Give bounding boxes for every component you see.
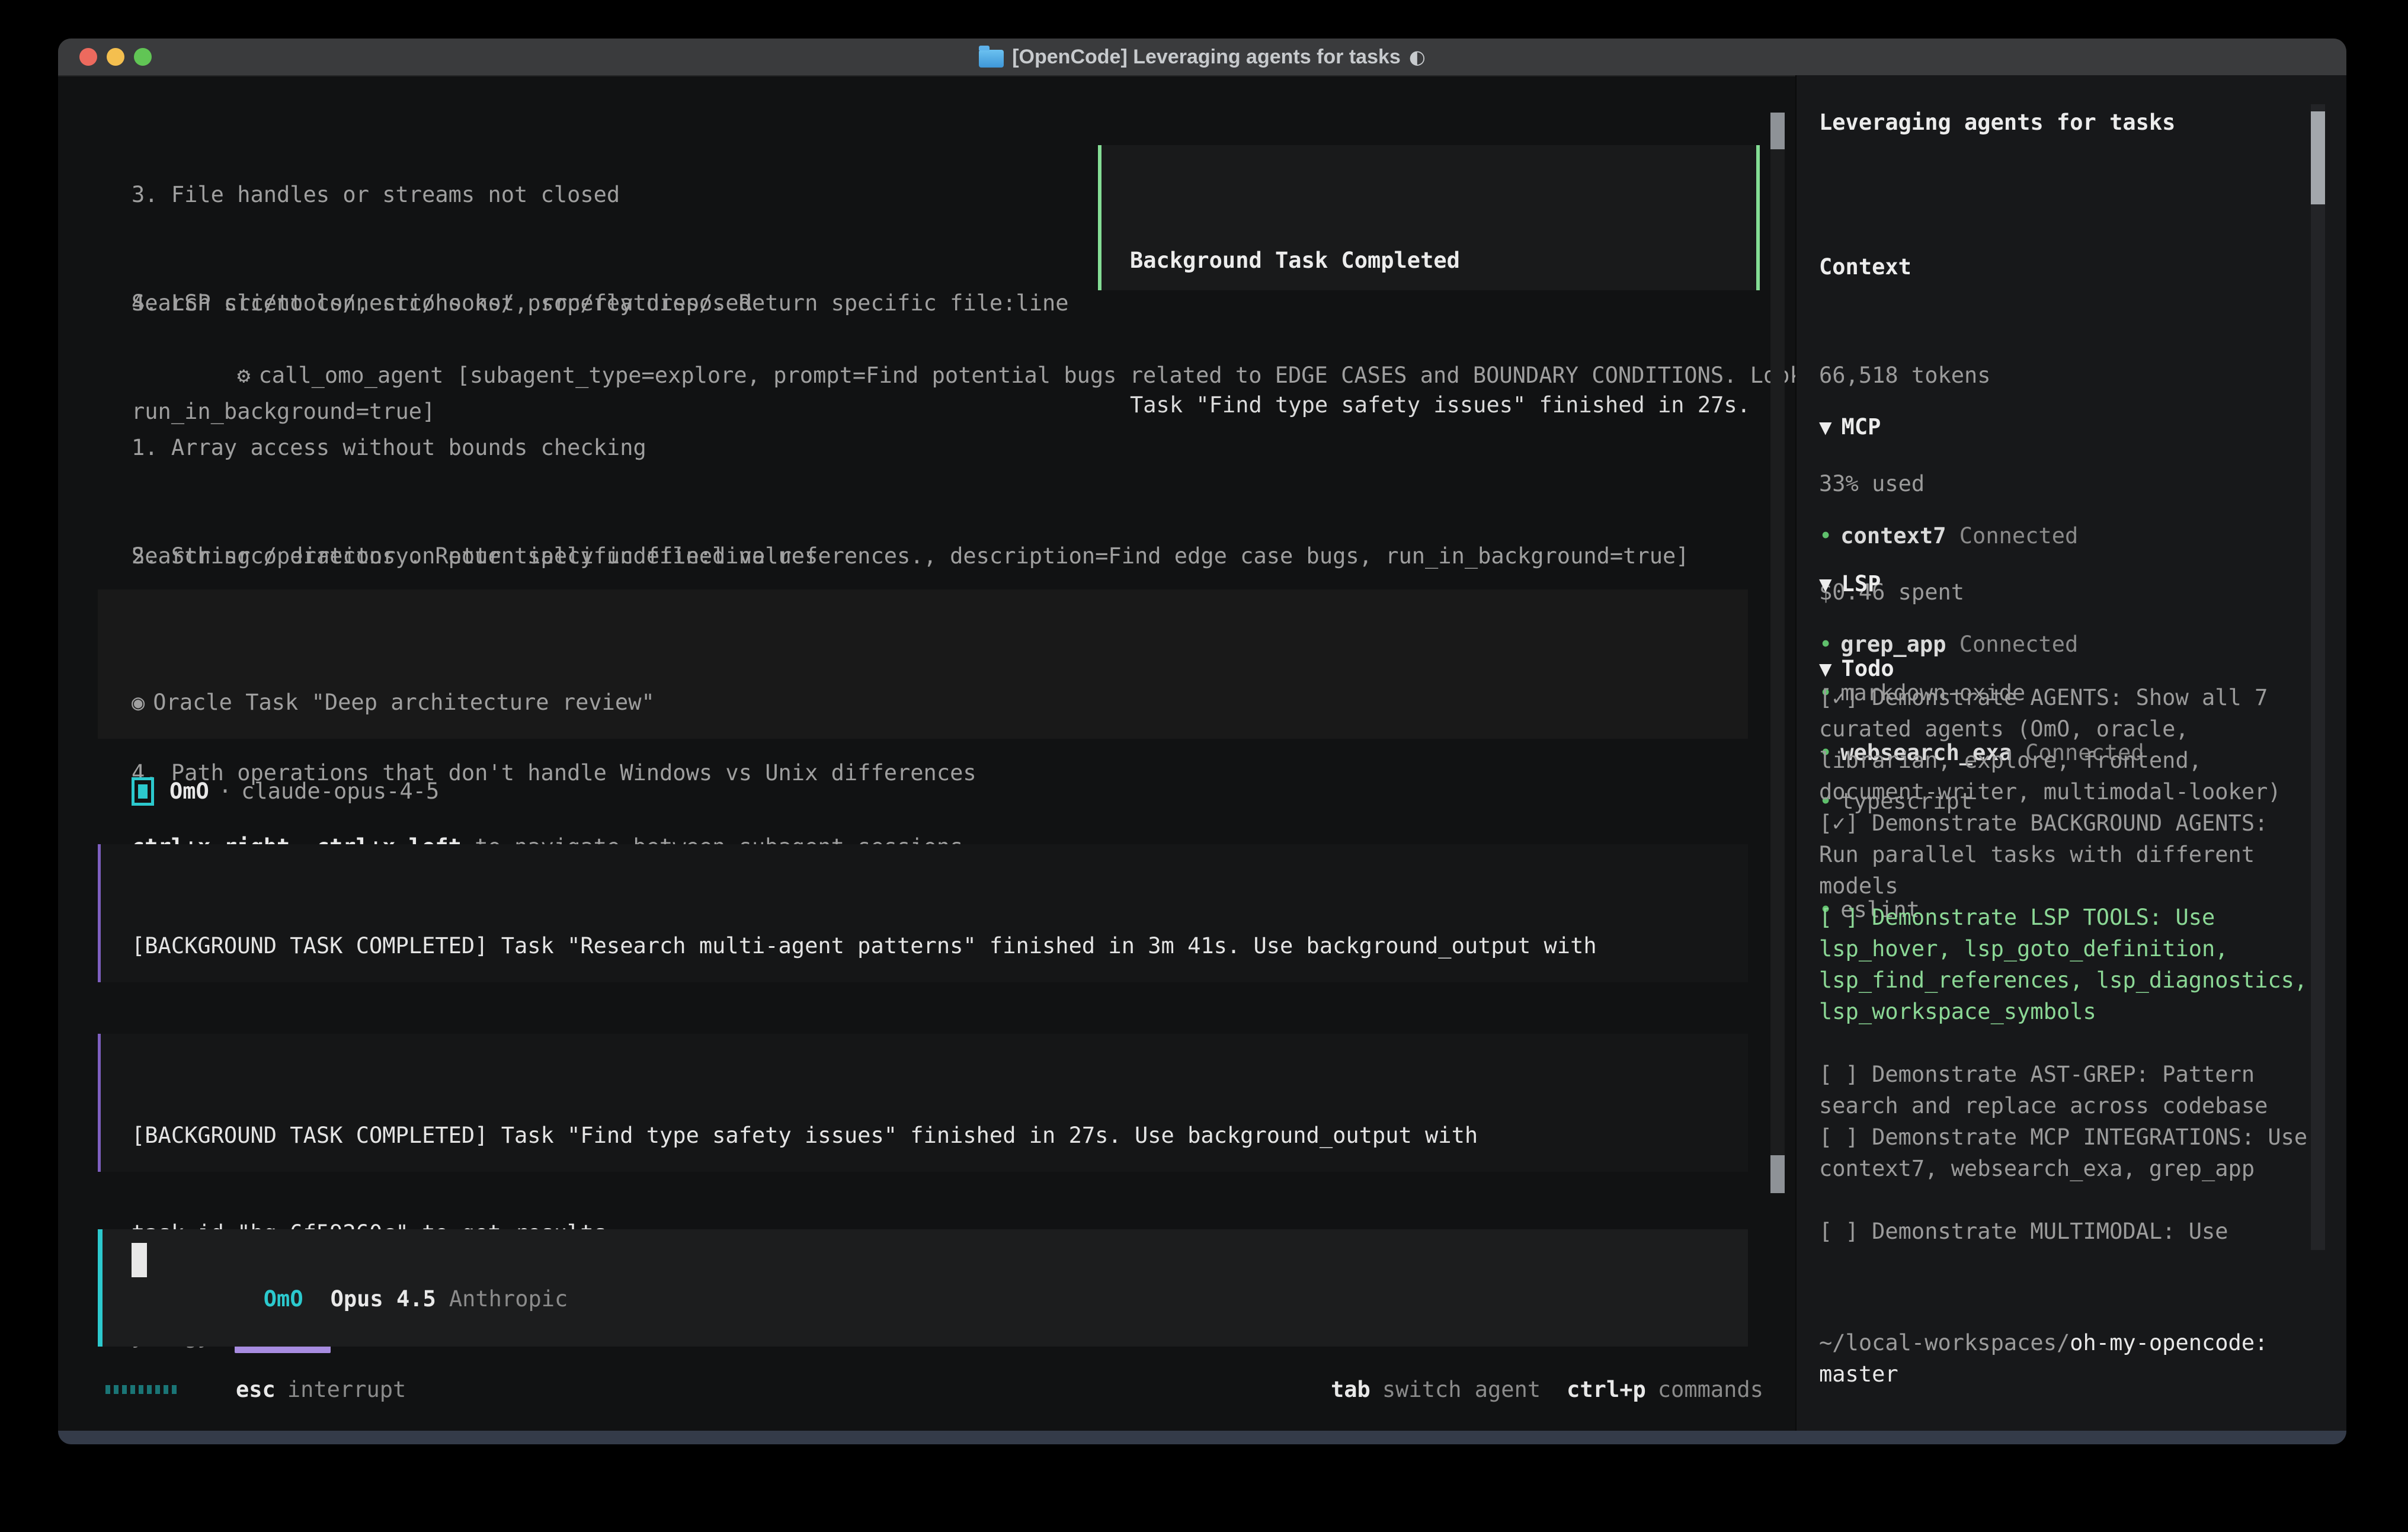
todo-item-pending: [ ] Demonstrate AST-GREP: Pattern search… — [1819, 1059, 2314, 1121]
status-left: esc interrupt — [105, 1377, 406, 1402]
branch-name: master — [1819, 1361, 1898, 1387]
screenshot-root: [OpenCode] Leveraging agents for tasks ◐… — [0, 0, 2408, 1532]
minimize-button[interactable] — [107, 48, 124, 66]
record-icon: ◉ — [132, 690, 145, 715]
close-button[interactable] — [79, 48, 97, 66]
tab-key-hint: tab — [1331, 1377, 1370, 1402]
status-bar: esc interrupt tab switch agent ctrl+p co… — [105, 1371, 1763, 1407]
prompt-input[interactable]: OmO Opus 4.5 Anthropic — [98, 1229, 1748, 1347]
scrollback-line: 3. File handles or streams not closed — [132, 177, 752, 213]
background-task-message: [BACKGROUND TASK COMPLETED] Task "Resear… — [98, 844, 1748, 982]
task-message-line: [BACKGROUND TASK COMPLETED] Task "Find t… — [132, 1119, 1748, 1152]
esc-key-hint: esc — [236, 1377, 276, 1402]
status-right: tab switch agent ctrl+p commands — [1331, 1377, 1763, 1402]
agent-header: OmO · claude-opus-4-5 — [132, 773, 439, 809]
main-scrollbar-thumb-bottom[interactable] — [1770, 1155, 1785, 1193]
ctrlp-key-label: commands — [1658, 1377, 1763, 1402]
traffic-lights — [79, 39, 152, 75]
half-moon-icon: ◐ — [1409, 46, 1426, 68]
window-bottom-edge — [58, 1431, 2346, 1444]
repo-name: oh-my-opencode: — [2070, 1330, 2268, 1355]
notification-body: Task "Find type safety issues" finished … — [1130, 387, 1756, 423]
spinner-dots-icon — [105, 1385, 177, 1394]
agent-model: claude-opus-4-5 — [241, 778, 439, 804]
oracle-task-title: Oracle Task "Deep architecture review" — [153, 690, 654, 715]
folder-icon — [979, 50, 1004, 68]
bug-list-item: 1. Array access without bounds checking — [132, 430, 976, 466]
chevron-down-icon: ▼ — [1819, 409, 1832, 446]
active-agent-name: OmO — [264, 1286, 303, 1312]
sidebar: Leveraging agents for tasks Context 66,5… — [1795, 75, 2346, 1431]
active-model-label: Opus 4.5 — [331, 1286, 436, 1312]
todo-item-pending: [ ] Demonstrate MCP INTEGRATIONS: Use co… — [1819, 1121, 2314, 1184]
zoom-button[interactable] — [134, 48, 152, 66]
ctrlp-key-hint: ctrl+p — [1567, 1377, 1646, 1402]
workspace-path: ~/local-workspaces/oh-my-opencode: maste… — [1819, 1327, 2314, 1390]
todo-item-done: [✓] Demonstrate AGENTS: Show all 7 curat… — [1819, 682, 2314, 807]
session-title: Leveraging agents for tasks — [1819, 104, 2175, 140]
model-row: OmO Opus 4.5 Anthropic — [132, 1261, 568, 1337]
sidebar-scrollbar[interactable] — [2311, 104, 2325, 1250]
todo-item-active: [ ] Demonstrate LSP TOOLS: Use lsp_hover… — [1819, 902, 2314, 1027]
tab-key-label: switch agent — [1382, 1377, 1541, 1402]
task-message-line: [BACKGROUND TASK COMPLETED] Task "Resear… — [132, 930, 1748, 962]
agent-square-icon — [132, 777, 154, 806]
esc-key-label: interrupt — [287, 1377, 406, 1402]
background-task-message: [BACKGROUND TASK COMPLETED] Task "Find t… — [98, 1034, 1748, 1172]
todo-list: [✓] Demonstrate AGENTS: Show all 7 curat… — [1819, 682, 2314, 1247]
context-header: Context — [1819, 249, 1991, 285]
chevron-down-icon: ▼ — [1819, 566, 1832, 602]
background-task-notification: Background Task Completed Task "Find typ… — [1098, 145, 1760, 290]
oracle-task-title-line: ◉ Oracle Task "Deep architecture review" — [132, 684, 1748, 720]
window-title: [OpenCode] Leveraging agents for tasks — [1012, 46, 1401, 69]
mcp-section-header[interactable]: ▼MCP — [1819, 409, 2144, 446]
main-scrollbar[interactable] — [1770, 113, 1785, 1193]
search-line: Search src/ directory. Return specific f… — [132, 538, 1689, 574]
todo-item-pending: [ ] Demonstrate MULTIMODAL: Use — [1819, 1216, 2314, 1247]
sidebar-scrollbar-thumb[interactable] — [2311, 111, 2325, 204]
path-prefix: ~/local-workspaces/ — [1819, 1330, 2070, 1355]
model-provider: Anthropic — [449, 1286, 568, 1312]
notification-title: Background Task Completed — [1130, 242, 1756, 278]
oracle-task-box: ◉Oracle Task "Deep architecture review" … — [98, 589, 1748, 739]
agent-name: OmO — [169, 778, 209, 804]
app-window: [OpenCode] Leveraging agents for tasks ◐… — [58, 39, 2346, 1444]
window-title-group: [OpenCode] Leveraging agents for tasks ◐ — [979, 46, 1426, 69]
lsp-section-header[interactable]: ▼LSP — [1819, 566, 2025, 602]
separator-dot: · — [219, 778, 232, 804]
todo-item-done: [✓] Demonstrate BACKGROUND AGENTS: Run p… — [1819, 807, 2314, 902]
scrollback-line: Search src/tools/, src/hooks/, src/featu… — [132, 285, 1069, 321]
main-scrollbar-thumb-top[interactable] — [1770, 113, 1785, 149]
window-titlebar: [OpenCode] Leveraging agents for tasks ◐ — [58, 39, 2346, 76]
